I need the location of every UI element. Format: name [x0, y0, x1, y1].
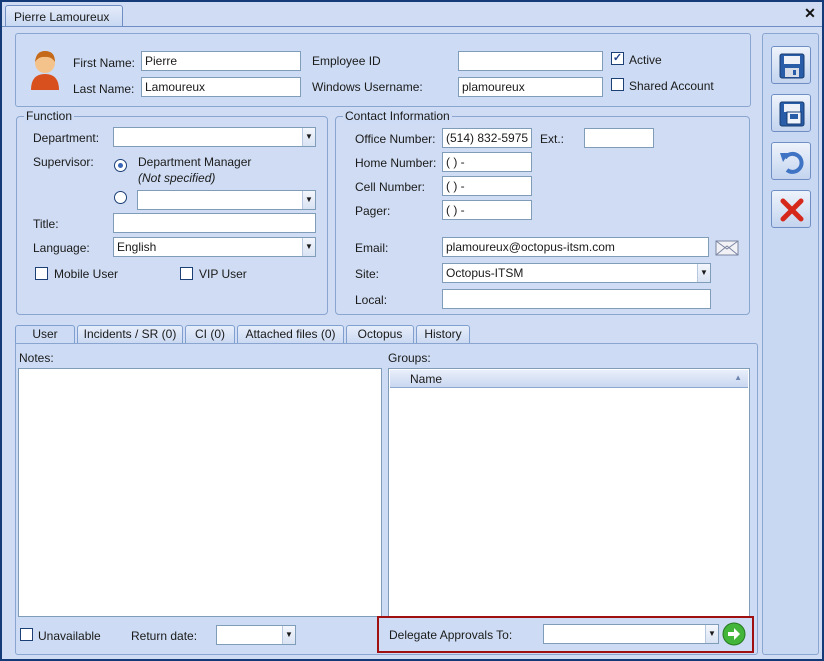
save-and-close-button[interactable]	[771, 94, 811, 132]
chevron-down-icon[interactable]: ▼	[697, 264, 710, 282]
pager-input[interactable]: ( ) -	[442, 200, 532, 220]
groups-grid-header[interactable]: Name ▲	[390, 370, 748, 388]
contact-group: Contact Information Office Number: (514)…	[335, 109, 750, 315]
tab-attached-files[interactable]: Attached files (0)	[237, 325, 344, 344]
chevron-down-icon[interactable]: ▼	[705, 625, 718, 643]
windows-username-input[interactable]: plamoureux	[458, 77, 603, 97]
return-date-label: Return date:	[131, 629, 198, 643]
mobile-user-label: Mobile User	[54, 267, 119, 281]
return-date-picker[interactable]: ▼	[216, 625, 296, 645]
active-checkbox[interactable]: ✓	[611, 52, 624, 65]
supervisor-option1-label: Department Manager	[138, 155, 252, 169]
shared-account-label: Shared Account	[629, 79, 714, 93]
employee-id-input[interactable]	[458, 51, 603, 71]
first-name-input[interactable]: Pierre	[141, 51, 301, 71]
site-select[interactable]: Octopus-ITSM ▼	[442, 263, 711, 283]
last-name-input[interactable]: Lamoureux	[141, 77, 301, 97]
action-toolbar	[762, 33, 819, 655]
user-avatar-icon	[28, 48, 62, 93]
language-select[interactable]: English ▼	[113, 237, 316, 257]
vip-user-label: VIP User	[199, 267, 247, 281]
close-icon[interactable]: ✕	[802, 5, 818, 21]
send-email-icon[interactable]	[715, 236, 739, 259]
ext-input[interactable]	[584, 128, 654, 148]
delete-button[interactable]	[771, 190, 811, 228]
first-name-label: First Name:	[73, 56, 136, 70]
email-input[interactable]: plamoureux@octopus-itsm.com	[442, 237, 709, 257]
groups-label: Groups:	[388, 351, 431, 365]
save-close-icon	[779, 101, 805, 127]
shared-account-checkbox[interactable]	[611, 78, 624, 91]
supervisor-option1-note: (Not specified)	[138, 171, 216, 185]
supervisor-label: Supervisor:	[33, 155, 94, 169]
groups-grid[interactable]: Name ▲	[388, 368, 750, 617]
notes-textarea[interactable]	[18, 368, 382, 617]
notes-label: Notes:	[19, 351, 54, 365]
ext-label: Ext.:	[540, 132, 565, 146]
sort-ascending-icon: ▲	[734, 373, 742, 382]
chevron-down-icon[interactable]: ▼	[302, 191, 315, 209]
details-area: Function Department: ▼ Supervisor: Depar…	[15, 108, 751, 317]
document-tab[interactable]: Pierre Lamoureux	[5, 5, 123, 27]
undo-button[interactable]	[771, 142, 811, 180]
supervisor-manager-radio[interactable]	[114, 159, 127, 172]
cell-number-input[interactable]: ( ) -	[442, 176, 532, 196]
user-tab-panel: Notes: Groups: Name ▲ Unavailable Return…	[15, 343, 758, 655]
active-label: Active	[629, 53, 662, 67]
tab-ci[interactable]: CI (0)	[185, 325, 235, 344]
title-label: Title:	[33, 217, 59, 231]
tab-incidents[interactable]: Incidents / SR (0)	[77, 325, 183, 344]
function-title: Function	[24, 109, 75, 123]
pager-label: Pager:	[355, 204, 391, 218]
groups-name-column[interactable]: Name	[410, 372, 442, 386]
save-button[interactable]	[771, 46, 811, 84]
tab-history[interactable]: History	[416, 325, 470, 344]
windows-username-label: Windows Username:	[312, 80, 423, 94]
department-select[interactable]: ▼	[113, 127, 316, 147]
language-label: Language:	[33, 241, 90, 255]
document-tab-label: Pierre Lamoureux	[14, 10, 110, 24]
local-input[interactable]	[442, 289, 711, 309]
undo-icon	[780, 151, 804, 174]
home-number-label: Home Number:	[355, 156, 437, 170]
department-label: Department:	[33, 131, 100, 145]
employee-id-label: Employee ID	[312, 54, 381, 68]
chevron-down-icon[interactable]: ▼	[302, 128, 315, 146]
unavailable-checkbox[interactable]	[20, 628, 33, 641]
vip-user-checkbox[interactable]	[180, 267, 193, 280]
mobile-user-checkbox[interactable]	[35, 267, 48, 280]
delegate-highlight: Delegate Approvals To: ▼	[377, 616, 754, 653]
save-icon	[779, 53, 805, 79]
last-name-label: Last Name:	[73, 82, 135, 96]
tab-octopus[interactable]: Octopus	[346, 325, 414, 344]
function-group: Function Department: ▼ Supervisor: Depar…	[16, 109, 328, 315]
chevron-down-icon[interactable]: ▼	[302, 238, 315, 256]
office-number-label: Office Number:	[355, 132, 436, 146]
email-label: Email:	[355, 241, 389, 255]
delegate-approvals-select[interactable]: ▼	[543, 624, 719, 644]
cell-number-label: Cell Number:	[355, 180, 426, 194]
office-number-input[interactable]: (514) 832-5975	[442, 128, 532, 148]
title-input[interactable]	[113, 213, 316, 233]
supervisor-specific-radio[interactable]	[114, 191, 127, 204]
language-value: English	[117, 240, 157, 254]
user-form-window: Pierre Lamoureux ✕ First Name: Pierre La…	[0, 0, 824, 661]
tab-divider	[2, 26, 822, 27]
identity-panel: First Name: Pierre Last Name: Lamoureux …	[15, 33, 751, 107]
site-label: Site:	[355, 267, 380, 281]
home-number-input[interactable]: ( ) -	[442, 152, 532, 172]
local-label: Local:	[355, 293, 388, 307]
contact-title: Contact Information	[343, 109, 452, 123]
delete-icon	[780, 198, 804, 222]
tab-user[interactable]: User	[15, 325, 75, 345]
chevron-down-icon[interactable]: ▼	[282, 626, 295, 644]
unavailable-label: Unavailable	[38, 629, 101, 643]
delegate-approvals-label: Delegate Approvals To:	[389, 628, 513, 642]
site-value: Octopus-ITSM	[446, 266, 524, 280]
go-arrow-icon[interactable]	[722, 622, 746, 649]
supervisor-select[interactable]: ▼	[137, 190, 316, 210]
